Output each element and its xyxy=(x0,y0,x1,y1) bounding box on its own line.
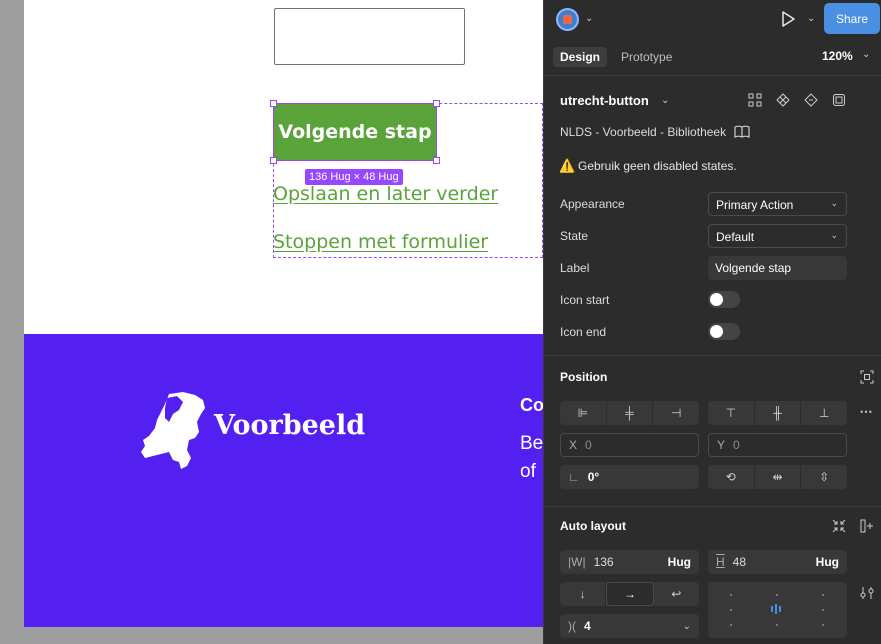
design-panel: ⌄ ⌄ Share Design Prototype 120% ⌄ utrech… xyxy=(543,0,881,644)
resize-handle-tr[interactable] xyxy=(433,100,440,107)
icon-end-label: Icon end xyxy=(560,325,607,339)
play-chevron-down-icon[interactable]: ⌄ xyxy=(807,13,815,24)
chevron-down-icon: ⌄ xyxy=(830,230,838,240)
component-chevron-down-icon[interactable]: ⌄ xyxy=(661,95,669,106)
resize-handle-bl[interactable] xyxy=(270,157,277,164)
height-value: 48 xyxy=(732,555,747,569)
align-middle-icon[interactable]: ╫ xyxy=(755,401,802,425)
primary-button[interactable]: Volgende stap xyxy=(273,103,437,161)
width-value: 136 xyxy=(593,555,614,569)
footer-text-line: Be xyxy=(520,433,543,454)
auto-layout-title: Auto layout xyxy=(560,519,626,533)
save-later-link[interactable]: Opslaan en later verder xyxy=(273,183,498,205)
gap-value: 4 xyxy=(584,619,591,633)
divider xyxy=(544,75,881,76)
position-title: Position xyxy=(560,370,608,384)
align-left-icon[interactable]: ⊫ xyxy=(560,401,607,425)
alignment-indicator-icon xyxy=(771,604,783,614)
wrap-icon[interactable]: ↩ xyxy=(654,582,699,606)
align-right-icon[interactable]: ⊣ xyxy=(653,401,699,425)
label-label: Label xyxy=(560,261,590,275)
tab-design[interactable]: Design xyxy=(553,47,608,67)
grid-icon[interactable] xyxy=(748,93,762,107)
layout-settings-icon[interactable] xyxy=(860,586,874,600)
resize-handle-br[interactable] xyxy=(433,157,440,164)
book-icon[interactable] xyxy=(734,125,750,138)
gap-icon: )( xyxy=(568,619,576,633)
collapse-icon[interactable] xyxy=(832,519,846,533)
divider xyxy=(544,355,881,356)
frame-icon[interactable] xyxy=(832,93,846,107)
vertical-align-group: ⊤ ╫ ⊥ xyxy=(708,401,847,425)
warning-icon: ⚠️ xyxy=(559,158,576,173)
direction-group: ↓ → ↩ xyxy=(560,582,699,606)
state-label: State xyxy=(560,229,589,243)
reset-icon[interactable] xyxy=(804,93,818,107)
tab-prototype[interactable]: Prototype xyxy=(614,47,679,67)
flip-horizontal-icon[interactable]: ⇹ xyxy=(755,465,802,489)
rotate-icon[interactable]: ⟲ xyxy=(708,465,755,489)
x-value: 0 xyxy=(585,438,592,452)
angle-icon: ∟ xyxy=(568,470,580,484)
y-value: 0 xyxy=(733,438,740,452)
width-field[interactable]: |W| 136 Hug xyxy=(560,550,699,574)
horizontal-align-group: ⊫ ╪ ⊣ xyxy=(560,401,699,425)
stop-form-link[interactable]: Stoppen met formulier xyxy=(273,231,488,253)
icon-start-toggle[interactable] xyxy=(708,291,740,308)
align-bottom-icon[interactable]: ⊥ xyxy=(801,401,847,425)
resize-handle-tl[interactable] xyxy=(270,100,277,107)
chevron-down-icon: ⌄ xyxy=(830,198,838,208)
x-label: X xyxy=(569,438,578,452)
warning-text: Gebruik geen disabled states. xyxy=(578,159,737,173)
add-layout-icon[interactable] xyxy=(860,519,874,533)
align-center-h-icon[interactable]: ╪ xyxy=(607,401,654,425)
align-top-icon[interactable]: ⊤ xyxy=(708,401,755,425)
share-button[interactable]: Share xyxy=(824,3,880,34)
width-mode[interactable]: Hug xyxy=(668,555,691,569)
brand-name: Voorbeeld xyxy=(214,410,366,441)
alignment-grid[interactable] xyxy=(708,582,847,638)
gap-chevron-down-icon[interactable]: ⌄ xyxy=(683,621,691,632)
component-icon[interactable] xyxy=(776,93,790,107)
rotation-field[interactable]: ∟ 0° xyxy=(560,465,699,489)
zoom-chevron-down-icon[interactable]: ⌄ xyxy=(862,49,870,60)
height-mode[interactable]: Hug xyxy=(816,555,839,569)
zoom-level[interactable]: 120% xyxy=(822,49,853,63)
transform-group: ⟲ ⇹ ⇳ xyxy=(708,465,847,489)
component-name[interactable]: utrecht-button xyxy=(560,93,649,108)
rotation-value: 0° xyxy=(587,470,600,484)
footer-heading: Co xyxy=(520,395,543,415)
label-input[interactable]: Volgende stap xyxy=(708,256,847,280)
icon-end-toggle[interactable] xyxy=(708,323,740,340)
appearance-label: Appearance xyxy=(560,197,625,211)
arrow-right-icon[interactable]: → xyxy=(606,582,654,606)
more-options-icon[interactable]: ⋯ xyxy=(857,404,875,420)
y-label: Y xyxy=(717,438,726,452)
play-icon[interactable] xyxy=(781,11,795,27)
gap-field[interactable]: )( 4 ⌄ xyxy=(560,614,699,638)
page-frame[interactable]: Volgende stap 136 Hug × 48 Hug Opslaan e… xyxy=(24,0,543,627)
netherlands-logo-icon xyxy=(141,392,205,469)
footer xyxy=(24,334,543,627)
x-field[interactable]: X 0 xyxy=(560,433,699,457)
state-value: Default xyxy=(716,230,755,244)
library-name: NLDS - Voorbeeld - Bibliotheek xyxy=(560,125,727,139)
user-avatar[interactable] xyxy=(556,8,579,31)
design-canvas[interactable]: Volgende stap 136 Hug × 48 Hug Opslaan e… xyxy=(0,0,543,644)
divider xyxy=(544,506,881,507)
arrow-down-icon[interactable]: ↓ xyxy=(560,582,607,606)
y-field[interactable]: Y 0 xyxy=(708,433,847,457)
appearance-value: Primary Action xyxy=(716,198,794,212)
footer-text-line: of xyxy=(520,461,536,482)
state-dropdown[interactable]: Default ⌄ xyxy=(708,224,847,248)
width-label: |W| xyxy=(568,555,586,569)
height-field[interactable]: H 48 Hug xyxy=(708,550,847,574)
avatar-chevron-down-icon[interactable]: ⌄ xyxy=(585,13,593,24)
icon-start-label: Icon start xyxy=(560,293,610,307)
text-input-placeholder[interactable] xyxy=(274,8,465,65)
focus-frame-icon[interactable] xyxy=(860,370,874,384)
flip-vertical-icon[interactable]: ⇳ xyxy=(801,465,847,489)
height-label: H xyxy=(716,555,725,569)
appearance-dropdown[interactable]: Primary Action ⌄ xyxy=(708,192,847,216)
